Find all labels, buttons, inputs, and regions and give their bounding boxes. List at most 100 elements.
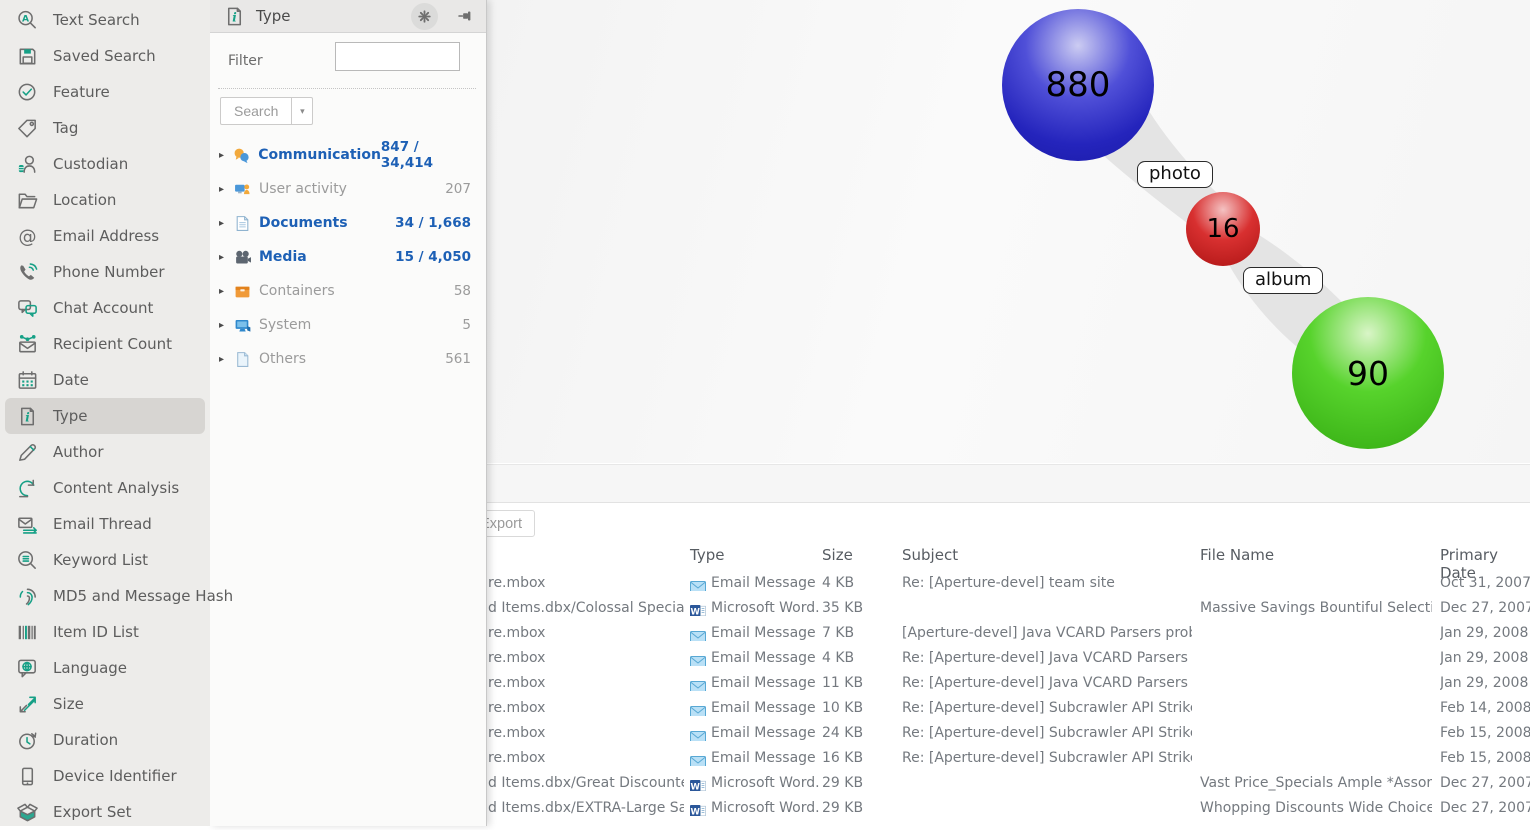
cell-file-name: Massive Savings Bountiful Selection .doc [1200,596,1432,621]
communication-icon [233,147,250,164]
sidebar-item-language[interactable]: Language [5,650,205,686]
cell-size: 35 KB [822,596,892,621]
sidebar-item-export-set[interactable]: Export Set [5,794,205,830]
cell-primary-date: Jan 29, 2008 4... [1440,621,1530,646]
sidebar-item-device-identifier[interactable]: Device Identifier [5,758,205,794]
tree-item-media[interactable]: ▸ Media 15 / 4,050 [210,240,486,274]
documents-icon [234,215,251,232]
cell-subject: Re: [Aperture-devel] team site [902,571,1192,596]
cell-primary-date: Dec 27, 2007 ... [1440,796,1530,821]
sidebar-item-email-thread[interactable]: Email Thread [5,506,205,542]
language-icon [14,656,40,680]
cell-primary-date: Feb 15, 2008 ... [1440,721,1530,746]
tag-icon [14,116,40,140]
sidebar-item-text-search[interactable]: A Text Search [5,2,205,38]
panel-header: i Type [210,0,486,33]
cell-size: 29 KB [822,771,892,796]
sidebar-item-label: Phone Number [53,263,165,281]
filter-input[interactable] [335,42,460,71]
sidebar-item-tag[interactable]: Tag [5,110,205,146]
email-icon [690,681,706,691]
cell-type: Microsoft Word... [711,771,819,796]
expand-caret-icon[interactable]: ▸ [219,184,234,195]
sidebar-item-type[interactable]: i Type [5,398,205,434]
column-header-size[interactable]: Size [822,546,853,564]
sidebar-item-label: MD5 and Message Hash [53,587,233,605]
expand-caret-icon[interactable]: ▸ [219,252,234,263]
cluster-bubble-green[interactable]: 90 [1292,297,1444,449]
sidebar-item-date[interactable]: Date [5,362,205,398]
sidebar-item-chat-account[interactable]: Chat Account [5,290,205,326]
cell-type: Email Message [711,571,819,596]
others-icon [234,351,251,368]
cell-subject: Re: [Aperture-devel] Java VCARD Parsers … [902,671,1192,696]
search-button[interactable]: Search [220,97,292,125]
media-icon [234,249,251,266]
cell-location: re.mbox [488,696,684,721]
panel-settings-button[interactable] [411,3,438,30]
tree-item-others[interactable]: ▸ Others 561 [210,342,486,376]
email-icon [690,731,706,741]
sidebar-item-label: Export Set [53,803,132,821]
edge-label-album[interactable]: album [1243,267,1323,294]
email-icon [690,706,706,716]
cluster-bubble-red[interactable]: 16 [1186,192,1260,266]
expand-caret-icon[interactable]: ▸ [219,150,233,161]
edge-label-photo[interactable]: photo [1137,161,1213,188]
expand-caret-icon[interactable]: ▸ [219,286,234,297]
tree-item-communication[interactable]: ▸ Communication 847 / 34,414 [210,138,486,172]
sidebar-item-content-analysis[interactable]: Content Analysis [5,470,205,506]
sidebar-item-size[interactable]: Size [5,686,205,722]
author-icon [14,440,40,464]
expand-caret-icon[interactable]: ▸ [219,218,234,229]
sidebar-item-item-id-list[interactable]: Item ID List [5,614,205,650]
sidebar-item-saved-search[interactable]: Saved Search [5,38,205,74]
column-header-subject[interactable]: Subject [902,546,958,564]
sidebar-item-label: Type [53,407,87,425]
column-header-file-name[interactable]: File Name [1200,546,1274,564]
email-icon [690,631,706,641]
sidebar-item-label: Tag [53,119,78,137]
system-icon [234,317,251,334]
cell-size: 7 KB [822,621,892,646]
sidebar-item-email-address[interactable]: @ Email Address [5,218,205,254]
cell-location: re.mbox [488,646,684,671]
expand-caret-icon[interactable]: ▸ [219,320,234,331]
saved-search-icon [14,44,40,68]
sidebar-item-label: Email Thread [53,515,152,533]
sidebar-item-label: Email Address [53,227,159,245]
sidebar-item-feature[interactable]: Feature [5,74,205,110]
tree-item-documents[interactable]: ▸ Documents 34 / 1,668 [210,206,486,240]
type-facet-panel: i Type Filter Search ▾ ▸ Communication 8… [210,0,487,826]
tree-item-containers[interactable]: ▸ Containers 58 [210,274,486,308]
email-icon [690,656,706,666]
cell-subject: Re: [Aperture-devel] Subcrawler API Stri… [902,721,1192,746]
tree-item-user-activity[interactable]: ▸ User activity 207 [210,172,486,206]
svg-text:@: @ [18,226,36,247]
bubble-count: 16 [1206,214,1239,244]
sidebar-item-label: Chat Account [53,299,153,317]
svg-text:i: i [232,10,237,24]
sidebar-item-recipient-count[interactable]: Recipient Count [5,326,205,362]
cluster-bubble-blue[interactable]: 880 [1002,9,1154,161]
sidebar-item-phone-number[interactable]: Phone Number [5,254,205,290]
sidebar-item-location[interactable]: Location [5,182,205,218]
cell-location: re.mbox [488,621,684,646]
cell-primary-date: Jan 29, 2008 4... [1440,646,1530,671]
expand-caret-icon[interactable]: ▸ [219,354,234,365]
filter-row: Filter [210,33,486,88]
search-dropdown-button[interactable]: ▾ [292,97,313,125]
chat-account-icon [14,296,40,320]
panel-pin-button[interactable] [451,3,478,30]
type-icon-slot [690,627,706,641]
tree-item-system[interactable]: ▸ System 5 [210,308,486,342]
column-header-type[interactable]: Type [690,546,724,564]
sidebar-item-label: Date [53,371,89,389]
cell-type: Email Message [711,746,819,771]
sidebar-item-md5-hash[interactable]: MD5 and Message Hash [5,578,205,614]
sidebar-item-keyword-list[interactable]: Keyword List [5,542,205,578]
sidebar-item-duration[interactable]: Duration [5,722,205,758]
sidebar-item-label: Text Search [53,11,140,29]
sidebar-item-custodian[interactable]: Custodian [5,146,205,182]
sidebar-item-author[interactable]: Author [5,434,205,470]
